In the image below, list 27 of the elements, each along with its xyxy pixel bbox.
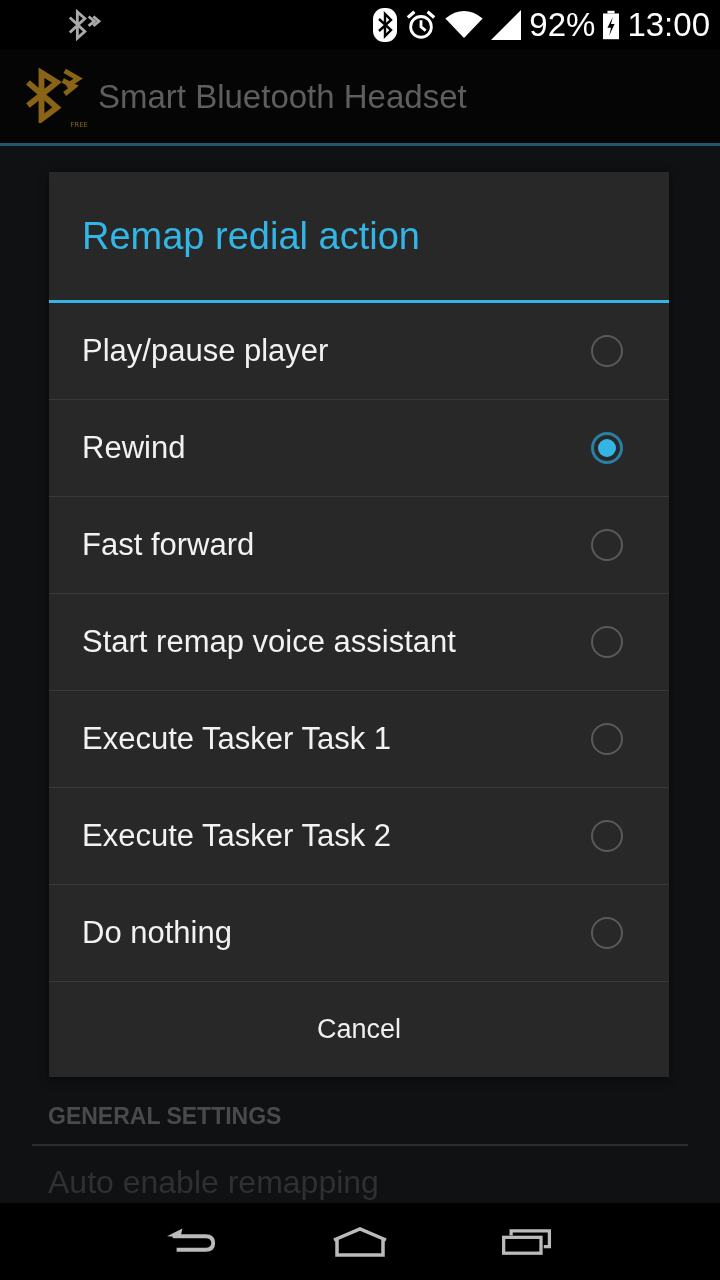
clock-time: 13:00 bbox=[627, 6, 710, 44]
radio-button[interactable] bbox=[591, 432, 623, 464]
radio-button[interactable] bbox=[591, 626, 623, 658]
option-row[interactable]: Do nothing bbox=[49, 885, 669, 982]
recent-apps-icon[interactable] bbox=[501, 1227, 554, 1256]
option-row[interactable]: Fast forward bbox=[49, 497, 669, 594]
alarm-icon bbox=[405, 9, 438, 41]
wifi-icon bbox=[445, 11, 484, 39]
home-icon[interactable] bbox=[332, 1226, 388, 1257]
cancel-button[interactable]: Cancel bbox=[49, 982, 669, 1077]
radio-button[interactable] bbox=[591, 529, 623, 561]
option-row[interactable]: Rewind bbox=[49, 400, 669, 497]
option-row[interactable]: Play/pause player bbox=[49, 303, 669, 400]
battery-percentage: 92% bbox=[529, 6, 596, 44]
signal-icon bbox=[491, 10, 522, 40]
dialog-title: Remap redial action bbox=[82, 214, 420, 258]
battery-charging-icon bbox=[603, 10, 620, 40]
radio-button[interactable] bbox=[591, 723, 623, 755]
app-title: Smart Bluetooth Headset bbox=[98, 77, 467, 116]
option-row[interactable]: Start remap voice assistant bbox=[49, 594, 669, 691]
radio-button[interactable] bbox=[591, 917, 623, 949]
radio-button[interactable] bbox=[591, 820, 623, 852]
radio-button[interactable] bbox=[591, 335, 623, 367]
bluetooth-icon bbox=[373, 8, 398, 42]
option-row[interactable]: Execute Tasker Task 2 bbox=[49, 788, 669, 885]
option-row[interactable]: Execute Tasker Task 1 bbox=[49, 691, 669, 788]
section-header: GENERAL SETTINGS bbox=[47, 1102, 283, 1131]
